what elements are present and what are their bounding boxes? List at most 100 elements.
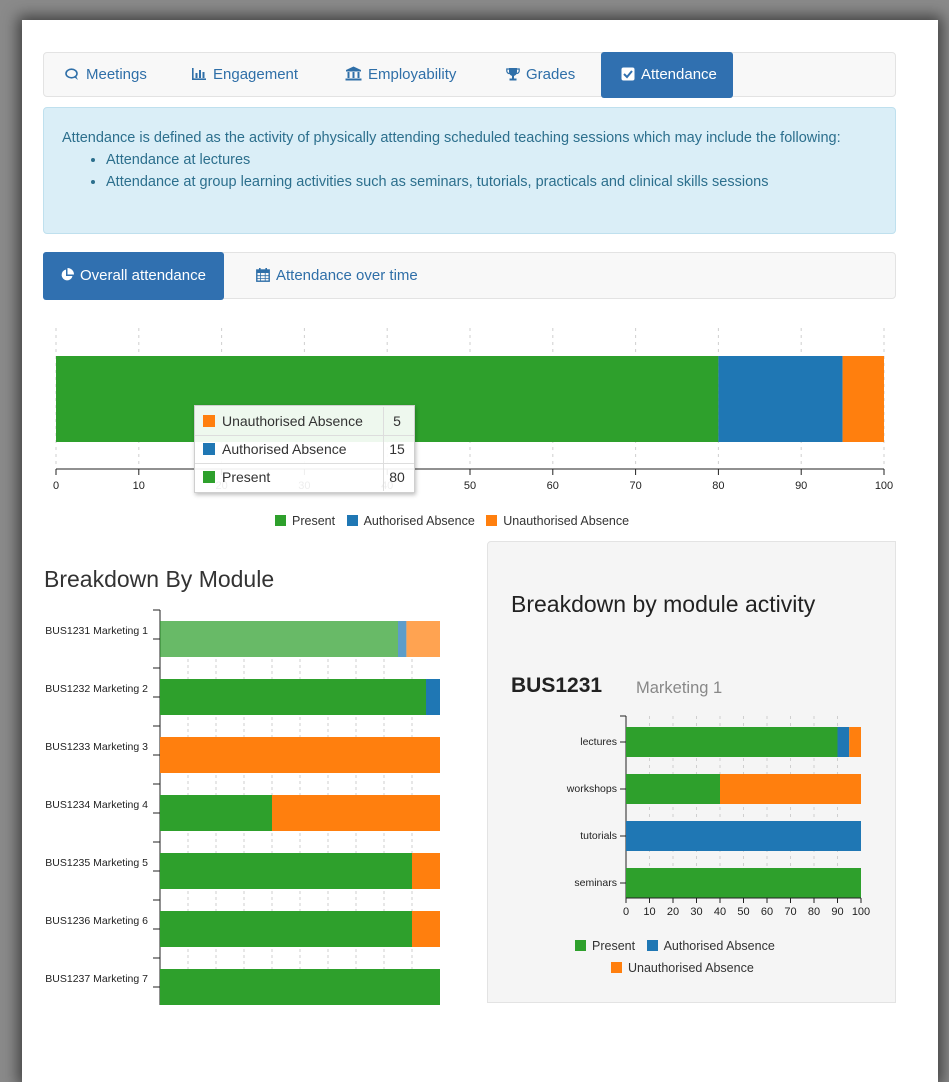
- overall-x-tick-label: 80: [712, 480, 724, 492]
- check-square-icon: [621, 67, 635, 81]
- activity-legend-item-present[interactable]: Present: [575, 939, 635, 953]
- pie-chart-icon: [61, 268, 74, 281]
- activity-bar-authorised[interactable]: [837, 727, 850, 757]
- tooltip-value-present: 80: [383, 463, 410, 491]
- activity-x-tick-label: 40: [714, 906, 726, 918]
- module-bar-unauthorised[interactable]: [412, 911, 440, 947]
- activity-legend-label-present: Present: [592, 939, 636, 953]
- module-activity-chart: 0 10 20 30 40 50 60 70 80 90 100: [620, 715, 870, 918]
- module-breakdown-chart: [153, 609, 440, 1005]
- overall-x-tick-label: 0: [53, 480, 59, 492]
- module-bar-authorised[interactable]: [398, 621, 407, 657]
- chat-icon: [65, 68, 78, 80]
- calendar-icon: [256, 268, 270, 282]
- tooltip-swatch-present: [203, 471, 215, 483]
- activity-legend-item-authorised[interactable]: Authorised Absence: [646, 939, 775, 953]
- module-bar-present[interactable]: [160, 853, 412, 889]
- module-bar-unauthorised[interactable]: [272, 795, 440, 831]
- institution-icon: [345, 66, 362, 81]
- activity-legend-swatch-authorised: [646, 940, 658, 951]
- tab-attendance-label: Attendance: [641, 66, 717, 83]
- legend-label-present: Present: [292, 514, 336, 528]
- legend-item-authorised[interactable]: Authorised Absence: [346, 514, 475, 528]
- activity-legend-label-authorised: Authorised Absence: [663, 939, 775, 953]
- info-text: Attendance is defined as the activity of…: [62, 130, 841, 146]
- module-bar-unauthorised[interactable]: [412, 853, 440, 889]
- bar-chart-icon: [192, 68, 206, 80]
- activity-bar-present[interactable]: [626, 868, 861, 898]
- activity-legend-swatch-unauthorised: [611, 962, 622, 973]
- activity-bar-unauthorised[interactable]: [720, 774, 861, 804]
- attendance-info-box: Attendance is defined as the activity of…: [43, 107, 896, 234]
- chart-tooltip: Unauthorised Absence 5 Authorised Absenc…: [194, 405, 415, 493]
- activity-chart-legend-row1: Present Authorised Absence: [575, 939, 783, 953]
- legend-item-unauthorised[interactable]: Unauthorised Absence: [486, 514, 629, 528]
- activity-x-tick-label: 20: [667, 906, 679, 918]
- tab-attendance[interactable]: Attendance: [601, 52, 733, 98]
- selected-module-name: Marketing 1: [636, 679, 723, 697]
- activity-x-tick-label: 0: [623, 906, 629, 918]
- tab-engagement[interactable]: Engagement: [191, 52, 298, 98]
- activity-bar-authorised[interactable]: [626, 821, 861, 851]
- tooltip-swatch-unauthorised: [203, 415, 215, 427]
- tooltip-swatch-authorised: [203, 443, 215, 455]
- tooltip-row-authorised: Authorised Absence 15: [195, 435, 414, 464]
- activity-chart-legend-row2: Unauthorised Absence: [611, 961, 762, 975]
- module-bar-present[interactable]: [160, 969, 440, 1005]
- trophy-icon: [506, 68, 520, 81]
- activity-x-tick-label: 50: [737, 906, 749, 918]
- legend-swatch-authorised: [346, 515, 358, 526]
- module-bar-present[interactable]: [160, 795, 272, 831]
- module-bar-unauthorised[interactable]: [160, 737, 440, 773]
- tab-attendance-over-time[interactable]: Attendance over time: [256, 252, 418, 300]
- activity-x-tick-label: 10: [643, 906, 655, 918]
- module-bar-present[interactable]: [160, 621, 398, 657]
- tooltip-value-unauthorised: 5: [383, 407, 410, 435]
- overall-x-tick-label: 60: [547, 480, 559, 492]
- overall-attendance-chart: 0102030405060708090100: [53, 328, 893, 492]
- legend-swatch-present: [275, 515, 286, 526]
- tab-overall-attendance[interactable]: Overall attendance: [43, 252, 224, 300]
- breakdown-by-module-title: Breakdown By Module: [44, 566, 275, 592]
- tooltip-value-authorised: 15: [383, 435, 410, 463]
- overall-x-tick-label: 70: [629, 480, 641, 492]
- top-nav-tabs: Meetings Engagement Employability Grades…: [43, 52, 896, 98]
- activity-bar-unauthorised[interactable]: [849, 727, 861, 757]
- tab-employability[interactable]: Employability: [345, 52, 456, 98]
- activity-x-tick-label: 90: [831, 906, 843, 918]
- tab-grades[interactable]: Grades: [506, 52, 575, 98]
- legend-item-present[interactable]: Present: [275, 514, 335, 528]
- tab-meetings-label: Meetings: [86, 66, 147, 83]
- tab-attendance-over-time-label: Attendance over time: [276, 267, 418, 284]
- tooltip-label-present: Present: [222, 469, 271, 485]
- activity-x-tick-label: 80: [808, 906, 820, 918]
- tab-engagement-label: Engagement: [213, 66, 299, 83]
- overall-x-tick-label: 90: [795, 480, 807, 492]
- legend-label-authorised: Authorised Absence: [363, 514, 475, 528]
- tab-overall-attendance-label: Overall attendance: [80, 267, 206, 284]
- activity-bar-present[interactable]: [626, 774, 720, 804]
- module-bar-authorised[interactable]: [426, 679, 440, 715]
- overall-bar-authorised[interactable]: [718, 356, 843, 442]
- legend-label-unauthorised: Unauthorised Absence: [503, 514, 630, 528]
- activity-legend-swatch-present: [575, 940, 586, 951]
- activity-x-tick-label: 60: [761, 906, 773, 918]
- activity-bar-present[interactable]: [626, 727, 838, 757]
- overall-x-tick-label: 10: [133, 480, 145, 492]
- tooltip-label-unauthorised: Unauthorised Absence: [222, 413, 363, 429]
- tooltip-label-authorised: Authorised Absence: [222, 441, 347, 457]
- module-bar-present[interactable]: [160, 679, 426, 715]
- module-bar-present[interactable]: [160, 911, 412, 947]
- tab-meetings[interactable]: Meetings: [65, 52, 147, 98]
- tooltip-row-unauthorised: Unauthorised Absence 5: [195, 407, 414, 436]
- activity-legend-item-unauthorised[interactable]: Unauthorised Absence: [611, 961, 754, 975]
- module-activity-title: Breakdown by module activity: [511, 591, 816, 617]
- legend-swatch-unauthorised: [486, 515, 498, 526]
- attendance-view-tabs: Overall attendance Attendance over time: [43, 252, 896, 300]
- overall-bar-unauthorised[interactable]: [842, 356, 884, 442]
- activity-legend-label-unauthorised: Unauthorised Absence: [628, 961, 754, 975]
- activity-x-tick-label: 100: [852, 906, 870, 918]
- tooltip-row-present: Present 80: [195, 463, 414, 491]
- module-bar-unauthorised[interactable]: [406, 621, 440, 657]
- selected-module-code: BUS1231: [511, 674, 603, 697]
